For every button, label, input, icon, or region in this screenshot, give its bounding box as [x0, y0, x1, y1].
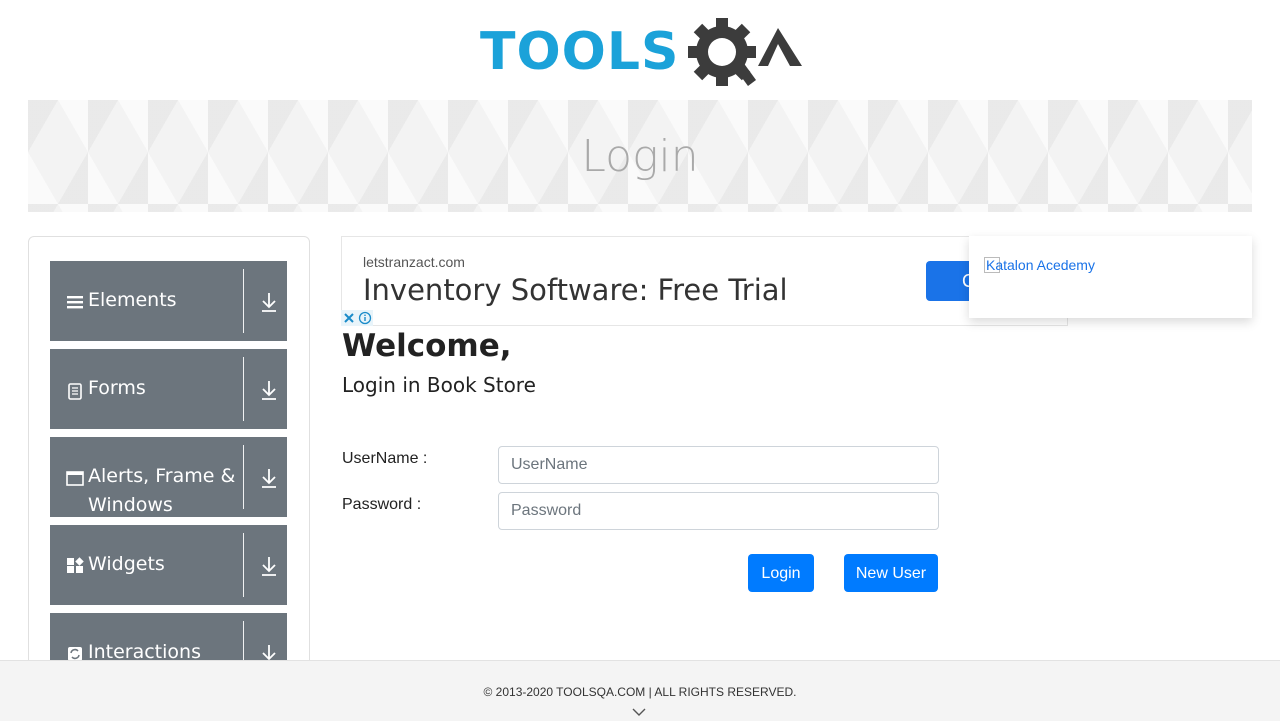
download-arrow-icon[interactable] — [260, 291, 278, 313]
copyright-text: © 2013-2020 TOOLSQA.COM | ALL RIGHTS RES… — [483, 685, 797, 699]
sidebar-panel: Elements Forms Alerts, Frame & Windows W… — [28, 236, 310, 676]
sidebar-group-forms[interactable]: Forms — [50, 349, 287, 429]
download-arrow-icon[interactable] — [260, 555, 278, 577]
divider — [243, 621, 244, 661]
login-button[interactable]: Login — [748, 554, 814, 592]
ad-close-icon[interactable] — [341, 310, 357, 326]
divider — [243, 357, 244, 421]
logo-gear-qa-icon — [688, 18, 802, 86]
interactions-icon — [68, 647, 82, 661]
advertisement-banner[interactable]: letstranzact.com Inventory Software: Fre… — [341, 236, 1068, 326]
page-banner: Login — [28, 100, 1252, 212]
chevron-down-icon[interactable] — [632, 707, 646, 717]
sidebar-group-label: Forms — [88, 377, 146, 399]
download-arrow-icon[interactable] — [260, 379, 278, 401]
logo-text-tools: TOOLS — [480, 22, 680, 82]
divider — [243, 269, 244, 333]
sidebar-group-label: Interactions — [88, 641, 201, 661]
new-user-button[interactable]: New User — [844, 554, 938, 592]
username-input[interactable] — [498, 446, 939, 484]
username-label: UserName : — [342, 450, 428, 467]
document-icon — [68, 383, 82, 400]
sidebar-group-alerts[interactable]: Alerts, Frame & Windows — [50, 437, 287, 517]
sidebar-group-interactions[interactable]: Interactions — [50, 613, 287, 661]
download-arrow-icon[interactable] — [260, 467, 278, 489]
sidebar-group-label: Elements — [88, 289, 177, 311]
download-arrow-icon[interactable] — [260, 643, 278, 661]
window-icon — [66, 471, 84, 486]
divider — [243, 533, 244, 597]
welcome-heading: Welcome, — [342, 328, 512, 364]
sidebar-group-elements[interactable]: Elements — [50, 261, 287, 341]
sidebar-group-label: Widgets — [88, 553, 165, 575]
page-title: Login — [581, 130, 699, 182]
footer: © 2013-2020 TOOLSQA.COM | ALL RIGHTS RES… — [0, 660, 1280, 721]
password-input[interactable] — [498, 492, 939, 530]
login-subtitle: Login in Book Store — [342, 373, 536, 397]
hamburger-icon — [67, 296, 83, 309]
ad-info-icon[interactable] — [357, 310, 373, 326]
ad-domain[interactable]: letstranzact.com — [363, 254, 465, 270]
divider — [243, 445, 244, 509]
ad-title[interactable]: Inventory Software: Free Trial — [363, 273, 788, 307]
toolsqa-logo[interactable]: TOOLS — [480, 14, 810, 94]
katalon-ad[interactable]: Katalon Acedemy — [969, 236, 1252, 318]
katalon-alt-text[interactable]: Katalon Acedemy — [986, 257, 1095, 273]
sidebar-group-widgets[interactable]: Widgets — [50, 525, 287, 605]
sidebar-group-label: Alerts, Frame & Windows — [88, 465, 236, 516]
password-label: Password : — [342, 496, 422, 513]
widgets-icon — [67, 557, 84, 573]
